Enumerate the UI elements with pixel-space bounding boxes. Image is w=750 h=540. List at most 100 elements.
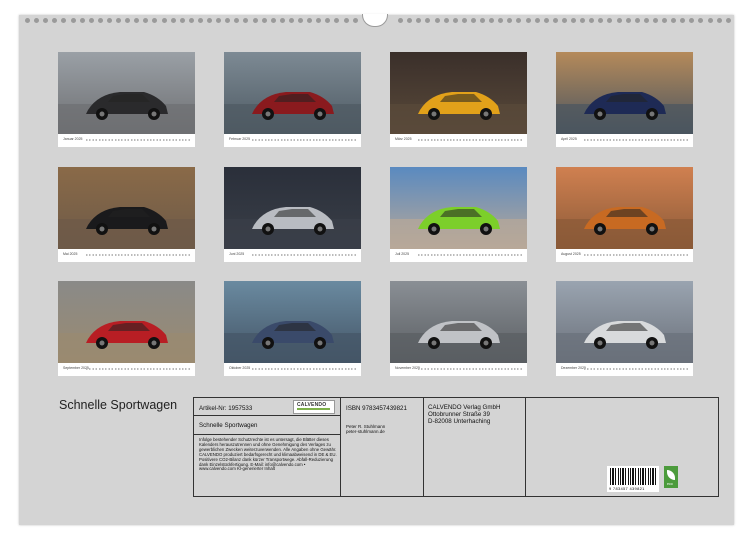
- calendar-title: Schnelle Sportwagen: [59, 398, 178, 412]
- binding-ring: [143, 18, 149, 23]
- sports-car-photo: [224, 52, 361, 134]
- month-page: Juni 2025: [224, 167, 361, 262]
- day-strip: [86, 254, 190, 256]
- binding-ring: [125, 18, 131, 23]
- binding-ring: [197, 18, 203, 23]
- binding-ring: [25, 18, 30, 23]
- binding-ring: [261, 18, 267, 23]
- binding-ring: [534, 18, 540, 23]
- binding-ring: [552, 18, 558, 23]
- binding-ring: [516, 18, 522, 23]
- month-page: Dezember 2025: [556, 281, 693, 376]
- month-label: Mai 2025: [63, 252, 78, 256]
- day-strip: [418, 368, 522, 370]
- month-label: November 2025: [395, 366, 420, 370]
- binding-ring: [188, 18, 194, 23]
- binding-ring: [88, 18, 94, 23]
- binding-ring: [707, 18, 713, 23]
- month-page: Juli 2025: [390, 167, 527, 262]
- month-label: Februar 2025: [229, 137, 251, 141]
- day-strip: [418, 139, 522, 141]
- binding-ring: [152, 18, 158, 23]
- binding-ring: [698, 18, 704, 23]
- month-label: März 2025: [395, 137, 412, 141]
- isbn-barcode: 9 783457 439821: [607, 466, 659, 492]
- binding-ring: [307, 18, 313, 23]
- calendar-name: Schnelle Sportwagen: [199, 422, 258, 429]
- month-page: Januar 2025: [58, 52, 195, 147]
- binding-ring: [671, 18, 677, 23]
- eco-leaf-icon: eco: [664, 466, 678, 488]
- binding-ring: [443, 18, 449, 23]
- info-box: Artikel-Nr: 1957533 CALVENDO Schnelle Sp…: [193, 397, 719, 497]
- legal-notice: Infolge bestehender Schutzrechte ist es …: [199, 437, 337, 472]
- binding-ring: [270, 18, 276, 23]
- binding-ring: [434, 18, 440, 23]
- sports-car-photo: [556, 52, 693, 134]
- binding-ring: [652, 18, 658, 23]
- binding-ring: [279, 18, 285, 23]
- day-strip: [86, 139, 190, 141]
- month-label: September 2025: [63, 366, 89, 370]
- sports-car-photo: [58, 167, 195, 249]
- month-label: Dezember 2025: [561, 366, 586, 370]
- binding-ring: [634, 18, 640, 23]
- binding-ring: [343, 18, 349, 23]
- binding-ring: [243, 18, 249, 23]
- binding-ring: [625, 18, 631, 23]
- binding-ring: [470, 18, 476, 23]
- binding-ring: [452, 18, 458, 23]
- month-label: Januar 2025: [63, 137, 83, 141]
- day-strip: [252, 368, 356, 370]
- binding-ring: [498, 18, 504, 23]
- sports-car-photo: [390, 281, 527, 363]
- binding-ring: [79, 18, 85, 23]
- binding-ring: [507, 18, 513, 23]
- binding-ring: [52, 18, 58, 23]
- binding-ring: [298, 18, 303, 23]
- sports-car-photo: [390, 52, 527, 134]
- binding-ring: [252, 18, 258, 23]
- sports-car-photo: [58, 281, 195, 363]
- binding-ring: [589, 18, 595, 23]
- binding-ring: [43, 18, 49, 23]
- month-label: April 2025: [561, 137, 577, 141]
- binding-ring: [598, 18, 604, 23]
- month-page: August 2025: [556, 167, 693, 262]
- binding-ring: [207, 18, 212, 23]
- binding-ring: [179, 18, 185, 23]
- binding-ring: [580, 18, 586, 23]
- isbn: ISBN 9783457439821: [346, 405, 407, 412]
- binding-ring: [97, 18, 103, 23]
- binding-ring: [234, 18, 240, 23]
- month-label: Juni 2025: [229, 252, 245, 256]
- binding-ring: [489, 18, 495, 23]
- binding-ring: [34, 18, 40, 23]
- month-page: September 2025: [58, 281, 195, 376]
- month-page: April 2025: [556, 52, 693, 147]
- binding-ring: [106, 18, 112, 23]
- publisher-name: CALVENDO Verlag GmbH: [428, 404, 501, 411]
- calvendo-logo: CALVENDO: [293, 400, 335, 414]
- day-strip: [86, 368, 190, 370]
- binding-ring: [61, 18, 67, 23]
- binding-ring: [689, 18, 695, 23]
- binding-ring: [216, 18, 222, 23]
- sports-car-photo: [556, 167, 693, 249]
- day-strip: [252, 139, 356, 141]
- binding-ring: [225, 18, 231, 23]
- binding-ring: [116, 18, 121, 23]
- binding-ring: [561, 18, 567, 23]
- month-page: November 2025: [390, 281, 527, 376]
- day-strip: [584, 254, 688, 256]
- binding-ring: [134, 18, 140, 23]
- sports-car-photo: [224, 281, 361, 363]
- day-strip: [584, 139, 688, 141]
- sports-car-photo: [390, 167, 527, 249]
- month-page: Oktober 2025: [224, 281, 361, 376]
- binding-ring: [170, 18, 176, 23]
- binding-ring: [407, 18, 413, 23]
- binding-ring: [716, 18, 722, 23]
- publisher-city: D-82008 Unterhaching: [428, 418, 491, 425]
- binding-ring: [316, 18, 322, 23]
